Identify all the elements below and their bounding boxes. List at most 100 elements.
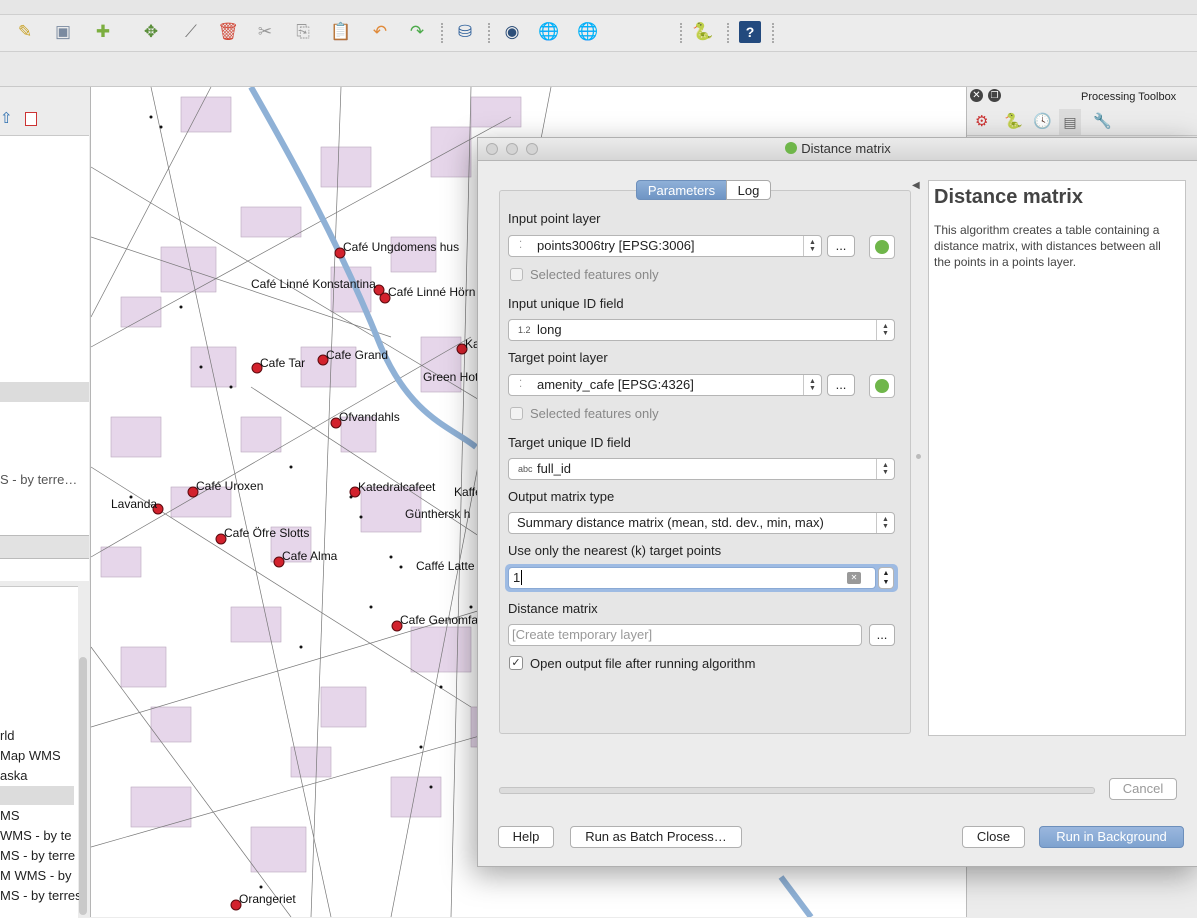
map-label: Katedralcafeet: [358, 480, 436, 494]
help-icon[interactable]: ?: [739, 21, 761, 43]
run-batch-button[interactable]: Run as Batch Process…: [570, 826, 742, 848]
redo-icon[interactable]: ↷: [406, 21, 428, 43]
nearest-k-label: Use only the nearest (k) target points: [508, 543, 722, 558]
browser-item[interactable]: MS - by terres: [0, 888, 82, 903]
input-point-layer-combo[interactable]: ⁚ points3006try [EPSG:3006] ▲ ▼: [508, 235, 822, 257]
target-layer-value: amenity_cafe [EPSG:4326]: [537, 377, 694, 392]
browser-item[interactable]: Map WMS: [0, 748, 61, 763]
scrollbar[interactable]: [79, 657, 87, 915]
target-id-combo[interactable]: abc full_id ▲ ▼: [508, 458, 895, 480]
node-tool-icon[interactable]: ⟋: [180, 21, 202, 43]
delete-icon[interactable]: 🗑: [217, 21, 239, 43]
target-id-label: Target unique ID field: [508, 435, 631, 450]
browser-item[interactable]: MS: [0, 808, 20, 823]
move-feature-icon[interactable]: ✥: [140, 21, 162, 43]
close-icon[interactable]: ✕: [970, 89, 983, 102]
map-label: Cafe Öfre Slotts: [224, 526, 309, 540]
target-id-value: full_id: [537, 461, 571, 476]
progress-bar: [499, 787, 1095, 794]
dialog-title: Distance matrix: [478, 141, 1197, 156]
text-field-icon: abc: [518, 464, 533, 474]
osm-download-icon[interactable]: ◉: [501, 21, 523, 43]
layer-item[interactable]: S - by terre…: [0, 472, 77, 487]
map-label: Café Uroxen: [196, 479, 263, 493]
output-browse-button[interactable]: ...: [869, 624, 895, 646]
nearest-k-input[interactable]: 1 ✕: [508, 567, 876, 589]
close-button[interactable]: Close: [962, 826, 1025, 848]
cancel-button[interactable]: Cancel: [1109, 778, 1177, 800]
secondary-toolbar: [0, 52, 1197, 87]
browser-item[interactable]: WMS - by te: [0, 828, 72, 843]
pencil-icon[interactable]: ✎: [14, 21, 36, 43]
browser-item[interactable]: MS - by terre: [0, 848, 75, 863]
up-arrow-icon[interactable]: ⇧: [0, 109, 13, 127]
tab-parameters[interactable]: Parameters: [636, 180, 727, 200]
splitter-handle[interactable]: [916, 454, 921, 459]
help-panel: Distance matrix This algorithm creates a…: [928, 180, 1186, 736]
globe-search-icon[interactable]: 🌐: [577, 21, 599, 43]
remove-layer-icon[interactable]: [25, 112, 37, 126]
python-icon[interactable]: 🐍: [1004, 112, 1023, 130]
run-background-button[interactable]: Run in Background: [1039, 826, 1184, 848]
browser-tree: rld Map WMS aska MS WMS - by te MS - by …: [0, 586, 82, 918]
combo-arrows-icon: ▲ ▼: [803, 236, 821, 256]
globe-add-icon[interactable]: 🌐: [538, 21, 560, 43]
refresh-icon: [875, 379, 889, 393]
add-feature-icon[interactable]: ✚: [92, 21, 114, 43]
open-output-label: Open output file after running algorithm: [530, 656, 756, 671]
toolbar-separator: [772, 23, 776, 43]
collapse-arrow-icon[interactable]: ◀: [912, 180, 920, 191]
help-text: This algorithm creates a table containin…: [934, 223, 1161, 269]
tab-log[interactable]: Log: [726, 180, 771, 200]
iterate-button[interactable]: [869, 235, 895, 259]
history-icon[interactable]: 🕓: [1033, 112, 1052, 130]
point-layer-icon: ⁚: [519, 379, 523, 390]
matrix-type-combo[interactable]: Summary distance matrix (mean, std. dev.…: [508, 512, 895, 534]
input-point-layer-value: points3006try [EPSG:3006]: [537, 238, 695, 253]
gear-icon[interactable]: ⚙: [975, 112, 988, 130]
cut-icon[interactable]: ✂: [254, 21, 276, 43]
distance-matrix-output[interactable]: [Create temporary layer]: [508, 624, 862, 646]
input-id-label: Input unique ID field: [508, 296, 624, 311]
target-selected-only-checkbox[interactable]: [510, 407, 523, 420]
combo-arrows-icon: ▲ ▼: [803, 375, 821, 395]
options-icon[interactable]: 🔧: [1093, 112, 1112, 130]
selected-only-label: Selected features only: [530, 267, 659, 282]
selected-row: [0, 382, 89, 402]
spinbox-stepper[interactable]: ▲ ▼: [878, 567, 894, 589]
database-icon[interactable]: ⛁: [454, 21, 476, 43]
map-label: Orangeriet: [239, 892, 296, 906]
refresh-icon: [875, 240, 889, 254]
target-layer-browse-button[interactable]: ...: [827, 374, 855, 396]
results-icon[interactable]: ▤: [1059, 109, 1081, 135]
browser-item[interactable]: aska: [0, 768, 27, 783]
save-edits-icon[interactable]: ▣: [52, 21, 74, 43]
input-layer-browse-button[interactable]: ...: [827, 235, 855, 257]
map-label: Cafe Tar: [260, 356, 305, 370]
nearest-k-value: 1: [513, 570, 521, 585]
numeric-field-icon: 1.2: [518, 325, 531, 335]
target-layer-combo[interactable]: ⁚ amenity_cafe [EPSG:4326] ▲ ▼: [508, 374, 822, 396]
python-icon[interactable]: 🐍: [692, 21, 714, 43]
copy-icon[interactable]: ⎘: [292, 21, 314, 43]
paste-icon[interactable]: 📋: [330, 21, 352, 43]
combo-arrows-icon: ▲ ▼: [876, 459, 894, 479]
input-point-layer-label: Input point layer: [508, 211, 601, 226]
undo-icon[interactable]: ↶: [369, 21, 391, 43]
combo-arrows-icon: ▲ ▼: [876, 320, 894, 340]
map-label: Lavanda: [111, 497, 157, 511]
open-output-checkbox[interactable]: ✓: [509, 656, 523, 670]
input-id-combo[interactable]: 1.2 long ▲ ▼: [508, 319, 895, 341]
distance-matrix-label: Distance matrix: [508, 601, 598, 616]
selected-only-checkbox[interactable]: [510, 268, 523, 281]
iterate-button-2[interactable]: [869, 374, 895, 398]
browser-item[interactable]: rld: [0, 728, 14, 743]
target-layer-label: Target point layer: [508, 350, 608, 365]
float-icon[interactable]: ❐: [988, 89, 1001, 102]
toolbar-separator: [727, 23, 731, 43]
distance-matrix-dialog: Distance matrix Parameters Log Input poi…: [477, 137, 1197, 867]
target-selected-only-label: Selected features only: [530, 406, 659, 421]
clear-icon[interactable]: ✕: [847, 572, 861, 584]
browser-item[interactable]: M WMS - by: [0, 868, 72, 883]
help-button[interactable]: Help: [498, 826, 554, 848]
